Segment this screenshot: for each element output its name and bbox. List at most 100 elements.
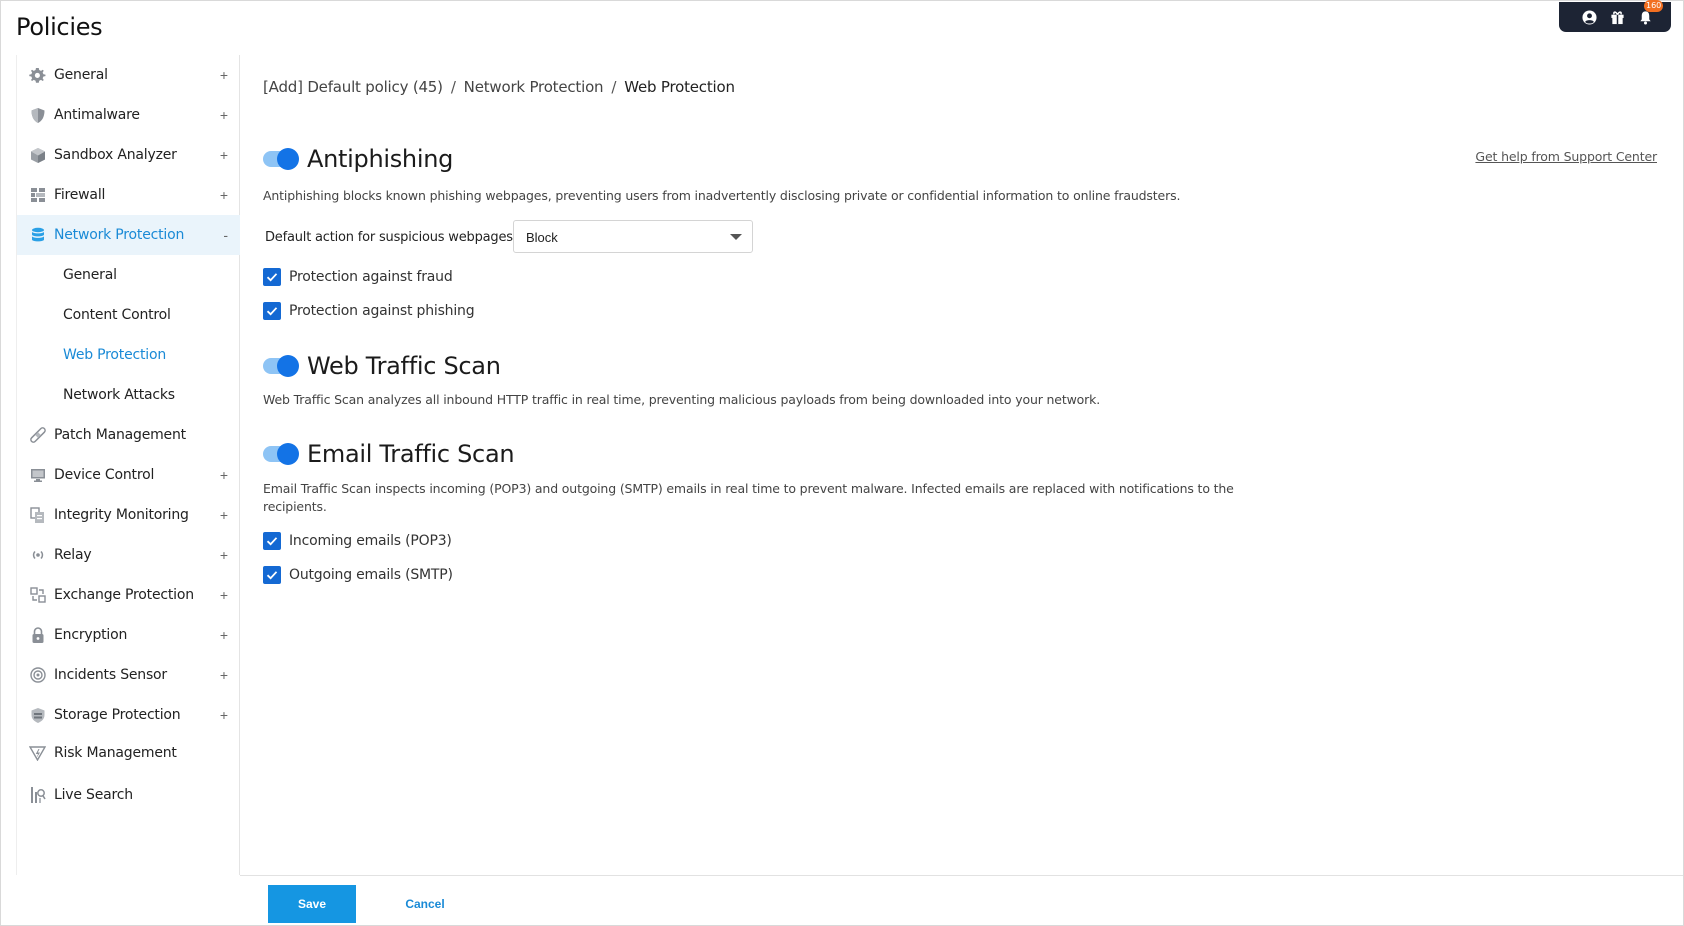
expand-icon[interactable]: + [220, 587, 228, 603]
support-center-link[interactable]: Get help from Support Center [1475, 149, 1657, 164]
protection-fraud-checkbox[interactable]: Protection against fraud [263, 268, 453, 286]
save-button[interactable]: Save [268, 885, 356, 923]
expand-icon[interactable]: + [220, 107, 228, 123]
sidebar-item-antimalware[interactable]: Antimalware + [17, 95, 240, 135]
sidebar-item-risk-management[interactable]: Risk Management [17, 733, 240, 773]
sidebar-subitem-network-attacks[interactable]: Network Attacks [17, 375, 240, 415]
broadcast-icon [29, 547, 46, 564]
email-traffic-header: Email Traffic Scan [263, 440, 515, 468]
monitor-icon [29, 467, 46, 484]
sidebar-item-general[interactable]: General + [17, 55, 240, 95]
footer-bar: Save Cancel [240, 875, 1683, 925]
checkbox-label: Incoming emails (POP3) [289, 533, 452, 549]
checkbox-checked-icon[interactable] [263, 566, 281, 584]
sidebar-item-patch-management[interactable]: Patch Management [17, 415, 240, 455]
sidebar-item-label: Patch Management [54, 427, 186, 443]
sidebar-subitem-content-control[interactable]: Content Control [17, 295, 240, 335]
sidebar-item-label: Antimalware [54, 107, 140, 123]
sidebar-item-sandbox-analyzer[interactable]: Sandbox Analyzer + [17, 135, 240, 175]
sidebar-item-label: Sandbox Analyzer [54, 147, 177, 163]
email-traffic-toggle[interactable] [263, 443, 299, 465]
breadcrumb-separator: / [611, 78, 617, 96]
breadcrumb-item-network-protection[interactable]: Network Protection [464, 78, 604, 96]
collapse-icon[interactable]: - [223, 227, 228, 243]
expand-icon[interactable]: + [220, 67, 228, 83]
breadcrumb-separator: / [450, 78, 456, 96]
bandage-icon [29, 427, 46, 444]
default-action-value: Block [526, 230, 558, 245]
web-traffic-header: Web Traffic Scan [263, 352, 501, 380]
app-frame [0, 0, 1684, 926]
gift-icon[interactable] [1609, 9, 1625, 25]
sidebar-item-encryption[interactable]: Encryption + [17, 615, 240, 655]
antiphishing-title: Antiphishing [307, 145, 454, 173]
web-traffic-title: Web Traffic Scan [307, 352, 501, 380]
incoming-emails-checkbox[interactable]: Incoming emails (POP3) [263, 532, 452, 550]
breadcrumb-item-current: Web Protection [624, 78, 735, 96]
sidebar-item-label: Incidents Sensor [54, 667, 167, 683]
checkbox-label: Outgoing emails (SMTP) [289, 567, 453, 583]
storage-icon [29, 707, 46, 724]
gear-icon [29, 67, 46, 84]
email-traffic-description-line2: recipients. [263, 499, 327, 514]
toggle-knob [277, 148, 299, 170]
expand-icon[interactable]: + [220, 467, 228, 483]
notification-badge: 160 [1644, 0, 1664, 12]
expand-icon[interactable]: + [220, 147, 228, 163]
email-traffic-description-line1: Email Traffic Scan inspects incoming (PO… [263, 481, 1234, 496]
sidebar-item-live-search[interactable]: Live Search [17, 775, 240, 815]
cancel-button[interactable]: Cancel [390, 885, 460, 923]
sidebar-item-exchange-protection[interactable]: Exchange Protection + [17, 575, 240, 615]
lock-icon [29, 626, 46, 644]
sidebar-item-incidents-sensor[interactable]: Incidents Sensor + [17, 655, 240, 695]
bell-icon[interactable]: 160 [1637, 0, 1664, 25]
web-traffic-description: Web Traffic Scan analyzes all inbound HT… [263, 392, 1101, 407]
expand-icon[interactable]: + [220, 667, 228, 683]
expand-icon[interactable]: + [220, 187, 228, 203]
sidebar-item-firewall[interactable]: Firewall + [17, 175, 240, 215]
sidebar-item-integrity-monitoring[interactable]: Integrity Monitoring + [17, 495, 240, 535]
antiphishing-header: Antiphishing [263, 145, 453, 173]
toggle-knob [277, 355, 299, 377]
sidebar-subitem-label: Web Protection [63, 347, 166, 363]
sensor-icon [29, 667, 46, 684]
expand-icon[interactable]: + [220, 547, 228, 563]
checkbox-label: Protection against phishing [289, 303, 475, 319]
expand-icon[interactable]: + [220, 707, 228, 723]
antiphishing-toggle[interactable] [263, 148, 299, 170]
chevron-down-icon [730, 234, 742, 240]
top-toolbar: 160 [1559, 0, 1671, 32]
sidebar-item-label: Encryption [54, 627, 128, 643]
files-icon [29, 506, 46, 524]
checkbox-checked-icon[interactable] [263, 302, 281, 320]
sidebar-item-storage-protection[interactable]: Storage Protection + [17, 695, 240, 735]
antiphishing-description: Antiphishing blocks known phishing webpa… [263, 188, 1181, 203]
sidebar-item-label: Live Search [54, 787, 133, 803]
expand-icon[interactable]: + [220, 507, 228, 523]
checkbox-checked-icon[interactable] [263, 268, 281, 286]
sidebar-item-relay[interactable]: Relay + [17, 535, 240, 575]
sidebar-subitem-label: Content Control [63, 307, 171, 323]
expand-icon[interactable]: + [220, 627, 228, 643]
breadcrumb-item-policy[interactable]: [Add] Default policy (45) [263, 78, 443, 96]
toggle-knob [277, 443, 299, 465]
sidebar-item-label: Risk Management [54, 745, 177, 761]
outgoing-emails-checkbox[interactable]: Outgoing emails (SMTP) [263, 566, 453, 584]
sidebar-subitem-general[interactable]: General [17, 255, 240, 295]
firewall-icon [29, 187, 46, 204]
default-action-label: Default action for suspicious webpages: [265, 230, 517, 245]
user-icon[interactable] [1581, 9, 1597, 25]
sidebar-subitem-web-protection[interactable]: Web Protection [17, 335, 240, 375]
exchange-icon [29, 587, 46, 604]
sidebar-item-label: Firewall [54, 187, 106, 203]
cube-icon [29, 147, 46, 164]
protection-phishing-checkbox[interactable]: Protection against phishing [263, 302, 475, 320]
breadcrumb: [Add] Default policy (45) / Network Protec… [263, 78, 735, 96]
checkbox-checked-icon[interactable] [263, 532, 281, 550]
sidebar-item-device-control[interactable]: Device Control + [17, 455, 240, 495]
web-traffic-toggle[interactable] [263, 355, 299, 377]
default-action-select[interactable]: Block [513, 220, 753, 253]
sidebar-item-label: Storage Protection [54, 707, 181, 723]
risk-icon [29, 745, 46, 762]
sidebar-item-network-protection[interactable]: Network Protection - [17, 215, 240, 255]
